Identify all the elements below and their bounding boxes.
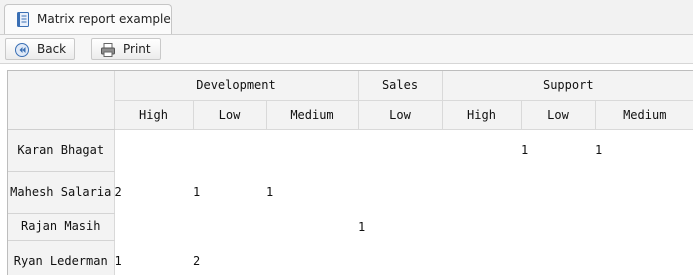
data-cell: 2 bbox=[114, 171, 193, 213]
data-cell bbox=[595, 240, 693, 275]
data-cell bbox=[442, 171, 521, 213]
print-label: Print bbox=[123, 42, 151, 56]
printer-icon bbox=[100, 42, 116, 58]
matrix-table: Development Sales Support High Low Mediu… bbox=[8, 71, 693, 275]
toolbar: Back Print bbox=[0, 35, 693, 64]
data-cell bbox=[521, 213, 595, 240]
data-cell: 2 bbox=[193, 240, 266, 275]
data-cell bbox=[442, 129, 521, 171]
sub-header: High bbox=[442, 100, 522, 130]
data-cell bbox=[358, 171, 442, 213]
corner-cell bbox=[8, 71, 115, 130]
data-cell bbox=[442, 240, 521, 275]
row-header: Rajan Masih bbox=[8, 213, 115, 241]
sub-header: Medium bbox=[266, 100, 359, 130]
data-cell bbox=[266, 213, 358, 240]
matrix-report: Development Sales Support High Low Mediu… bbox=[7, 70, 693, 275]
row-header: Karan Bhagat bbox=[8, 129, 115, 172]
data-cell: 1 bbox=[114, 240, 193, 275]
tab-bar: Matrix report example bbox=[0, 0, 693, 35]
report-area: Development Sales Support High Low Mediu… bbox=[0, 64, 693, 275]
data-cell bbox=[193, 213, 266, 240]
data-cell: 1 bbox=[595, 129, 693, 171]
row-header: Ryan Lederman bbox=[8, 240, 115, 275]
tab-matrix-report[interactable]: Matrix report example bbox=[4, 4, 172, 34]
data-cell bbox=[266, 129, 358, 171]
sub-header: Low bbox=[358, 100, 443, 130]
sub-header: Low bbox=[193, 100, 267, 130]
group-header: Sales bbox=[358, 71, 443, 101]
table-row: Rajan Masih 1 bbox=[8, 213, 693, 241]
table-row: Karan Bhagat 1 1 bbox=[8, 129, 693, 172]
data-cell bbox=[266, 240, 358, 275]
data-cell bbox=[114, 213, 193, 240]
back-label: Back bbox=[37, 42, 67, 56]
group-header: Development bbox=[114, 71, 359, 101]
data-cell: 1 bbox=[193, 171, 266, 213]
data-cell bbox=[193, 129, 266, 171]
data-cell bbox=[358, 129, 442, 171]
back-arrow-icon bbox=[14, 42, 30, 58]
data-cell bbox=[521, 240, 595, 275]
table-row: Ryan Lederman 1 2 bbox=[8, 240, 693, 275]
group-header: Support bbox=[442, 71, 693, 101]
sub-header: Medium bbox=[595, 100, 693, 130]
row-header: Mahesh Salaria bbox=[8, 171, 115, 214]
data-cell: 1 bbox=[358, 213, 442, 240]
data-cell bbox=[595, 213, 693, 240]
data-cell bbox=[358, 240, 442, 275]
data-cell bbox=[442, 213, 521, 240]
back-button[interactable]: Back bbox=[5, 38, 75, 60]
sub-header: High bbox=[114, 100, 194, 130]
data-cell bbox=[595, 171, 693, 213]
data-cell bbox=[114, 129, 193, 171]
sub-header: Low bbox=[521, 100, 596, 130]
report-icon bbox=[17, 12, 29, 27]
tab-label: Matrix report example bbox=[37, 12, 171, 26]
table-row: Mahesh Salaria 2 1 1 bbox=[8, 171, 693, 214]
data-cell: 1 bbox=[266, 171, 358, 213]
print-button[interactable]: Print bbox=[91, 38, 161, 60]
data-cell bbox=[521, 171, 595, 213]
data-cell: 1 bbox=[521, 129, 595, 171]
